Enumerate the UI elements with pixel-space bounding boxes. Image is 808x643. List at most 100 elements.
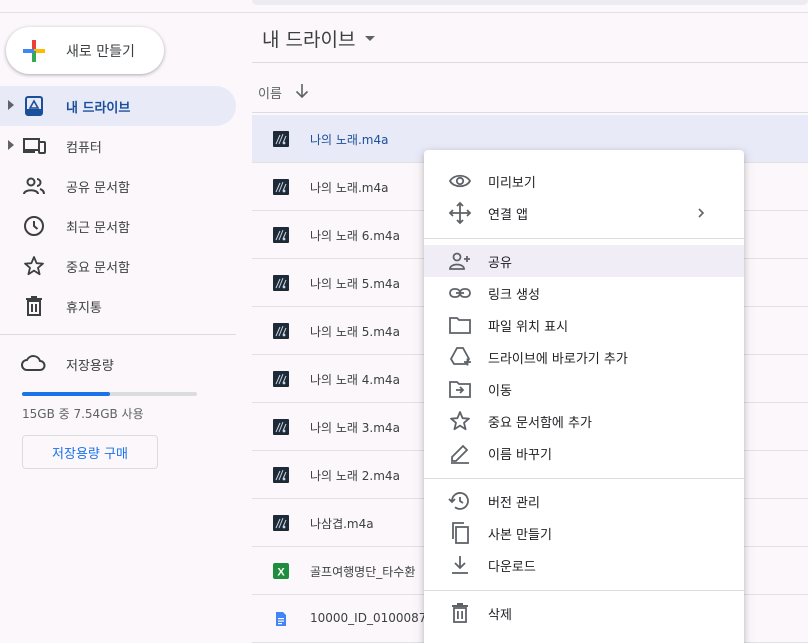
sidebar-item-label: 중요 문서함 [66,261,130,276]
file-name: 나의 노래 2.m4a [310,469,400,483]
menu-item-label: 미리보기 [488,176,536,191]
document-icon [273,611,289,627]
menu-divider [424,478,744,479]
sort-arrow-down-icon[interactable] [293,82,311,100]
storage-bar [22,392,197,396]
header-divider [252,112,808,113]
chevron-right-icon [694,205,708,224]
sidebar-item-shared[interactable]: 공유 문서함 [0,166,236,206]
sidebar-item-label: 내 드라이브 [66,101,131,116]
menu-item[interactable]: 버전 관리 [424,485,744,517]
spreadsheet-icon: X [273,563,289,579]
menu-item-label: 중요 문서함에 추가 [488,416,592,431]
star-icon [24,256,44,276]
sidebar-item-trash[interactable]: 휴지통 [0,286,236,326]
menu-item[interactable]: 공유 [424,245,744,277]
file-name: 나의 노래.m4a [310,133,389,147]
menu-divider [424,238,744,239]
download-icon [448,553,472,577]
menu-item[interactable]: 미리보기 [424,165,744,197]
sidebar-item-label: 최근 문서함 [66,221,130,236]
file-name: 골프여행명단_타수환 [310,565,416,579]
link-icon [448,281,472,305]
file-name: 나의 노래 6.m4a [310,229,400,243]
trash-icon [448,601,472,625]
expand-caret-icon[interactable] [8,100,14,110]
menu-item[interactable]: 사본 만들기 [424,517,744,549]
drive-shortcut-icon [448,345,472,369]
folder-icon [448,313,472,337]
storage-bar-fill [22,392,110,396]
sidebar-item-recent[interactable]: 최근 문서함 [0,206,236,246]
file-name: 나의 노래 5.m4a [310,325,400,339]
audio-file-icon [273,227,289,243]
menu-item-label: 공유 [488,256,512,271]
menu-item-label: 다운로드 [488,560,536,575]
menu-item[interactable]: 파일 위치 표시 [424,309,744,341]
copy-icon [448,521,472,545]
file-name: 나의 노래.m4a [310,181,389,195]
title-divider [252,62,808,63]
sidebar-item-label: 공유 문서함 [66,181,130,196]
menu-item-label: 연결 앱 [488,208,529,223]
menu-item[interactable]: 다운로드 [424,549,744,581]
menu-item-label: 드라이브에 바로가기 추가 [488,352,628,367]
menu-divider [424,590,744,591]
file-name: 나의 노래 3.m4a [310,421,400,435]
menu-item-label: 링크 생성 [488,288,540,303]
context-menu: 미리보기연결 앱공유링크 생성파일 위치 표시드라이브에 바로가기 추가이동중요… [424,150,744,643]
menu-item[interactable]: 이름 바꾸기 [424,437,744,469]
storage-label: 저장용량 [66,359,114,374]
folder-move-icon [448,377,472,401]
eye-icon [448,169,472,193]
menu-item[interactable]: 링크 생성 [424,277,744,309]
audio-file-icon [273,179,289,195]
pencil-icon [448,441,472,465]
buy-storage-button[interactable]: 저장용량 구매 [22,435,158,469]
sidebar-item-label: 휴지통 [66,301,102,316]
audio-file-icon [273,323,289,339]
drive-icon [25,96,43,116]
menu-item[interactable]: 연결 앱 [424,197,744,229]
menu-item-label: 이름 바꾸기 [488,448,552,463]
trash-icon [26,296,42,316]
people-icon [23,177,45,195]
menu-item[interactable]: 이동 [424,373,744,405]
sidebar-item-computers[interactable]: 컴퓨터 [0,126,236,166]
star-outline-icon [448,409,472,433]
audio-file-icon [273,275,289,291]
file-name: 나의 노래 4.m4a [310,373,400,387]
file-name: 나삼겹.m4a [310,517,374,531]
sidebar-item-label: 컴퓨터 [66,141,102,156]
page-title[interactable]: 내 드라이브 [262,25,355,52]
audio-file-icon [273,131,289,147]
menu-item[interactable]: 중요 문서함에 추가 [424,405,744,437]
clock-icon [24,216,44,236]
cloud-icon [21,355,46,371]
computer-icon [23,138,46,154]
header-divider [0,12,808,13]
menu-item-label: 파일 위치 표시 [488,320,569,335]
search-bar-edge [252,0,808,5]
menu-item-label: 사본 만들기 [488,528,552,543]
person-add-icon [448,249,472,273]
menu-item-label: 이동 [488,384,512,399]
expand-caret-icon[interactable] [8,140,14,150]
audio-file-icon [273,467,289,483]
file-name: 10000_ID_0100087 [310,611,427,625]
move-arrows-icon [448,201,472,225]
new-button[interactable]: 새로 만들기 [6,27,164,74]
sidebar-divider [0,334,236,335]
column-header-name[interactable]: 이름 [258,83,282,102]
sidebar-item-my-drive[interactable]: 내 드라이브 [0,86,236,126]
storage-usage-text: 15GB 중 7.54GB 사용 [22,407,144,421]
audio-file-icon [273,371,289,387]
menu-item[interactable]: 삭제 [424,597,744,629]
plus-icon [23,40,45,62]
menu-item-label: 삭제 [488,608,512,623]
title-dropdown-icon[interactable] [365,36,375,41]
menu-item[interactable]: 드라이브에 바로가기 추가 [424,341,744,373]
sidebar-item-starred[interactable]: 중요 문서함 [0,246,236,286]
audio-file-icon [273,419,289,435]
menu-item-label: 버전 관리 [488,496,540,511]
